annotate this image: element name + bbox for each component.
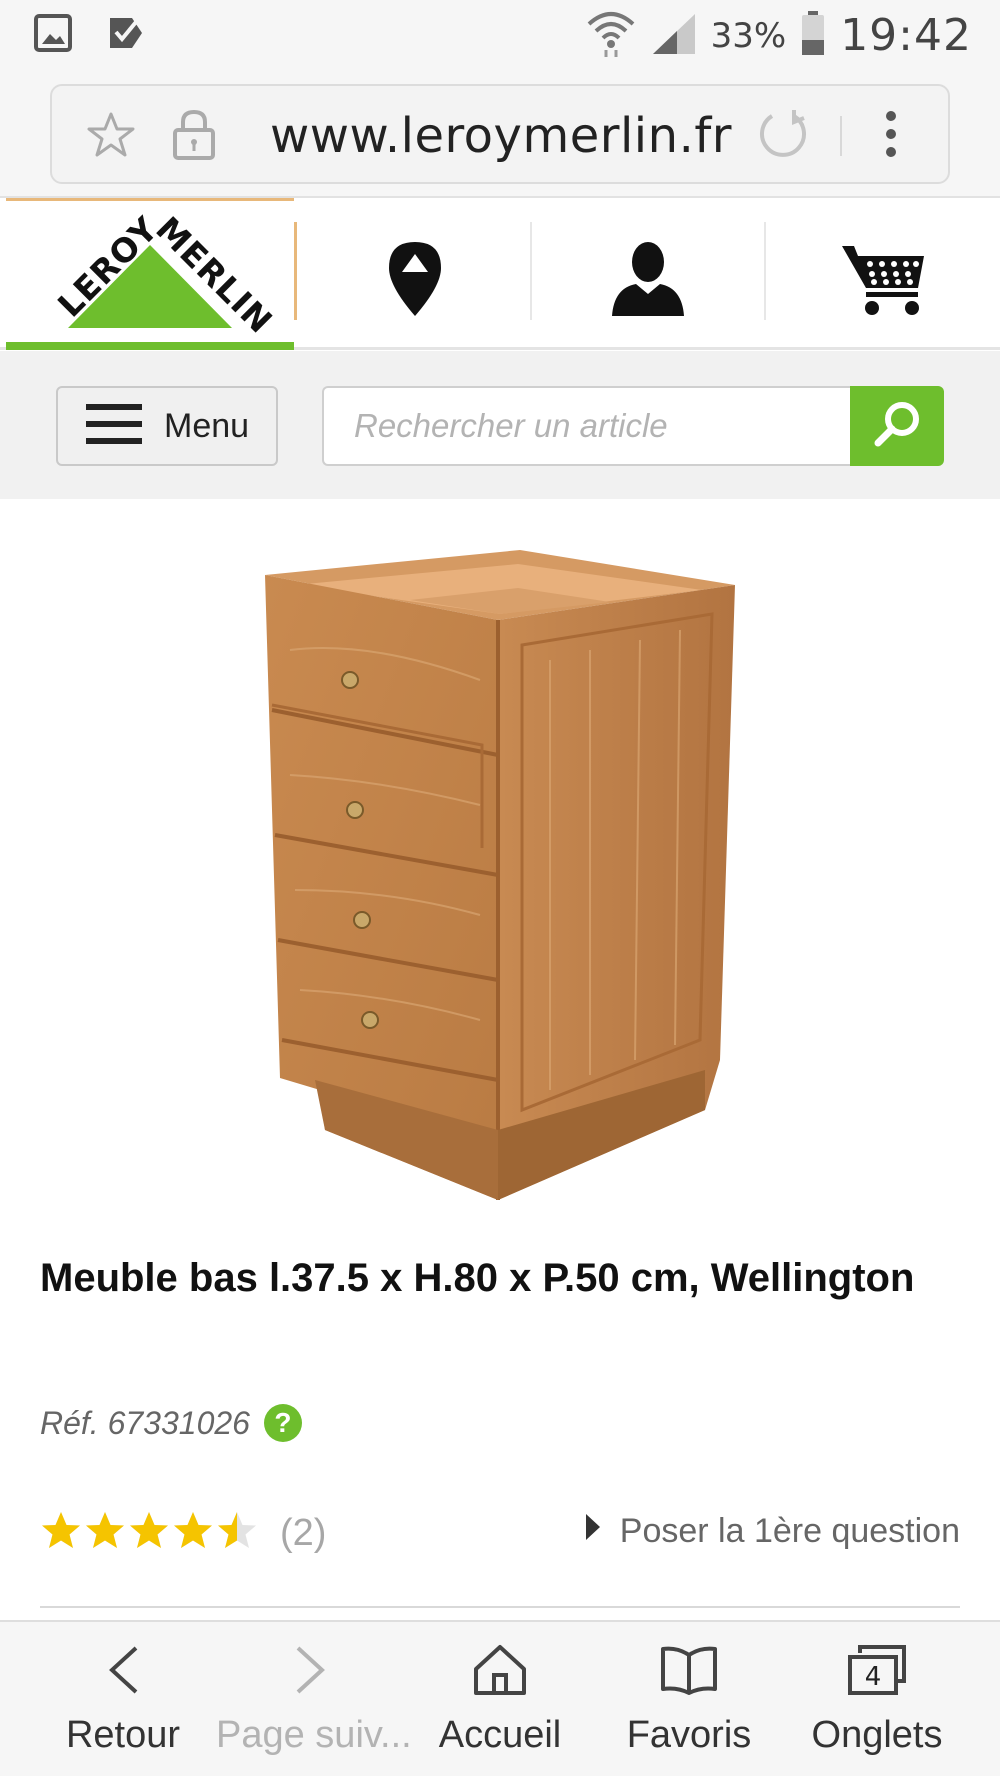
header-divider <box>530 222 532 320</box>
bookmarks-button[interactable]: Favoris <box>594 1640 784 1757</box>
battery-percent: 33% <box>710 15 787 56</box>
home-label: Accueil <box>438 1714 562 1756</box>
help-icon[interactable]: ? <box>263 1404 302 1442</box>
tabs-label: Onglets <box>811 1714 943 1756</box>
site-header: LEROY MERLIN <box>0 198 1000 350</box>
rating-star-icon <box>86 1512 124 1548</box>
search-icon <box>872 399 922 454</box>
section-divider <box>40 1606 960 1608</box>
chevron-right-icon <box>216 1640 406 1700</box>
chevron-left-icon <box>28 1640 218 1700</box>
search-input[interactable] <box>322 386 852 466</box>
header-divider <box>764 222 766 320</box>
forward-button[interactable]: Page suiv... <box>216 1640 412 1757</box>
bookmarks-label: Favoris <box>626 1714 752 1756</box>
forward-label: Page suiv... <box>216 1714 412 1756</box>
account-icon[interactable] <box>603 234 693 324</box>
tab-count: 4 <box>865 1662 882 1692</box>
leroy-merlin-logo[interactable]: LEROY MERLIN <box>6 201 294 341</box>
task-check-icon <box>106 14 146 57</box>
bookmark-star-icon[interactable] <box>86 110 136 165</box>
header-divider <box>294 222 297 320</box>
lock-icon[interactable] <box>172 108 216 165</box>
browser-bottom-bar: Retour Page suiv... Accueil Favoris 4 On… <box>0 1620 1000 1776</box>
rating-star-icon <box>42 1512 80 1548</box>
book-icon <box>594 1640 784 1700</box>
review-count[interactable]: (2) <box>280 1512 326 1555</box>
ask-question-link[interactable]: Poser la 1ère question <box>584 1512 960 1551</box>
site-logo[interactable]: LEROY MERLIN <box>6 198 294 350</box>
more-options-icon[interactable] <box>884 110 898 163</box>
battery-icon <box>800 10 826 61</box>
menu-button[interactable]: Menu <box>56 386 278 466</box>
rating-row: (2) Poser la 1ère question <box>40 1508 960 1560</box>
browser-toolbar: www.leroymerlin.fr <box>0 68 1000 198</box>
search-button[interactable] <box>850 386 944 466</box>
hamburger-icon <box>86 403 142 449</box>
ask-question-label: Poser la 1ère question <box>619 1512 960 1550</box>
cart-icon[interactable] <box>838 234 928 324</box>
back-button[interactable]: Retour <box>28 1640 218 1757</box>
store-locator-icon[interactable] <box>370 234 460 324</box>
product-title: Meuble bas l.37.5 x H.80 x P.50 cm, Well… <box>40 1256 915 1300</box>
menu-label: Menu <box>164 406 250 445</box>
home-button[interactable]: Accueil <box>405 1640 595 1757</box>
wifi-icon <box>585 8 637 63</box>
tabs-button[interactable]: 4 Onglets <box>782 1640 972 1757</box>
rating-star-icon <box>174 1512 212 1548</box>
clock: 19:42 <box>840 10 972 61</box>
caret-right-icon <box>584 1512 602 1551</box>
reload-icon[interactable] <box>758 108 808 165</box>
product-image[interactable] <box>250 530 750 1210</box>
address-bar[interactable]: www.leroymerlin.fr <box>50 84 950 184</box>
back-label: Retour <box>65 1714 181 1756</box>
tabs-icon: 4 <box>782 1640 972 1700</box>
home-icon <box>405 1640 595 1700</box>
url-text[interactable]: www.leroymerlin.fr <box>270 108 732 164</box>
gallery-icon <box>34 14 72 57</box>
signal-icon <box>651 10 697 61</box>
rating-star-icon <box>218 1512 256 1548</box>
product-reference: Réf. 67331026 <box>40 1404 250 1441</box>
search-bar-row: Menu <box>0 351 1000 499</box>
product-reference-row: Réf. 67331026 ? <box>40 1404 302 1442</box>
rating-star-icon <box>130 1512 168 1548</box>
url-divider <box>840 116 842 156</box>
status-bar: 33% 19:42 <box>0 0 1000 68</box>
star-rating[interactable] <box>40 1510 258 1552</box>
